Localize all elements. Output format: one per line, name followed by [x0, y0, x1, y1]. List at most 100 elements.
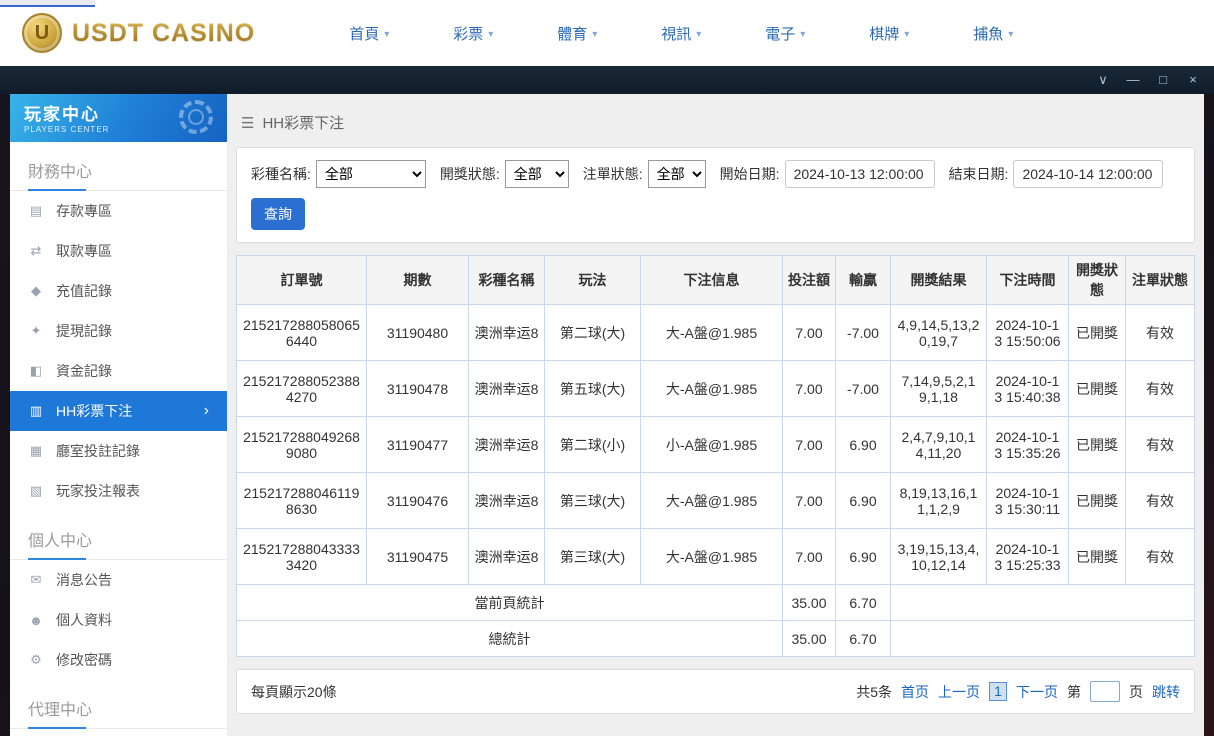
- sidebar-item-withdrawal-records[interactable]: ✦提現記錄: [10, 311, 227, 351]
- section-personal-center: 個人中心: [10, 511, 227, 560]
- main-nav: 首頁▾ 彩票▾ 體育▾ 視訊▾ 電子▾ 棋牌▾ 捕魚▾: [317, 23, 1045, 44]
- sidebar-item-recharge-records[interactable]: ◆充值記錄: [10, 271, 227, 311]
- prev-page-link[interactable]: 上一页: [938, 682, 980, 702]
- sidebar-item-profile[interactable]: ☻個人資料: [10, 600, 227, 640]
- nav-item-fishing[interactable]: 捕魚▾: [941, 23, 1045, 44]
- hall-record-icon: ▦: [28, 443, 44, 459]
- person-icon: ☻: [28, 613, 44, 628]
- start-date-input[interactable]: [785, 160, 935, 188]
- sidebar-item-change-password[interactable]: ⚙修改密碼: [10, 640, 227, 680]
- next-page-link[interactable]: 下一页: [1016, 682, 1058, 702]
- end-date-label: 結束日期:: [949, 164, 1009, 184]
- brand-logo[interactable]: U USDT CASINO: [22, 13, 255, 53]
- jump-label-prefix: 第: [1067, 682, 1081, 702]
- sidebar-item-withdraw[interactable]: ⇄取款專區: [10, 231, 227, 271]
- table-row: 2152172880461198630 31190476 澳洲幸运8 第三球(大…: [237, 473, 1195, 529]
- order-status-select[interactable]: 全部: [648, 160, 706, 188]
- draw-status-select[interactable]: 全部: [505, 160, 569, 188]
- sidebar-item-deposit[interactable]: ▤存款專區: [10, 191, 227, 231]
- jump-label-suffix: 页: [1129, 682, 1143, 702]
- window-maximize-button[interactable]: □: [1148, 66, 1178, 94]
- chevron-down-icon: ▾: [800, 27, 805, 40]
- sidebar-item-funds-records[interactable]: ◧資金記錄: [10, 351, 227, 391]
- hamburger-icon: ☰: [241, 114, 254, 132]
- app-body: 玩家中心 PLAYERS CENTER 財務中心 ▤存款專區 ⇄取款專區 ◆充值…: [0, 94, 1214, 736]
- col-header-result: 開獎結果: [891, 256, 987, 305]
- sidebar-item-hall-bet-records[interactable]: ▦廳室投註記錄: [10, 431, 227, 471]
- window-chevron-button[interactable]: ∨: [1088, 66, 1118, 94]
- page: U USDT CASINO 首頁▾ 彩票▾ 體育▾ 視訊▾ 電子▾ 棋牌▾ 捕魚…: [0, 0, 1214, 736]
- main-content: ☰ HH彩票下注 彩種名稱: 全部 開獎狀態: 全部 注單狀態: 全部: [227, 94, 1204, 736]
- browser-tab-sliver: [0, 0, 95, 7]
- withdraw-icon: ⇄: [28, 243, 44, 259]
- draw-status-label: 開獎狀態:: [440, 164, 500, 184]
- current-page[interactable]: 1: [989, 682, 1007, 701]
- start-date-label: 開始日期:: [720, 164, 780, 184]
- breadcrumb: ☰ HH彩票下注: [227, 94, 1204, 147]
- poker-chip-icon: [179, 100, 213, 134]
- withdrawal-record-icon: ✦: [28, 323, 44, 339]
- sidebar-item-announcements[interactable]: ✉消息公告: [10, 560, 227, 600]
- funds-icon: ◧: [28, 363, 44, 379]
- window-titlebar: ∨ — □ ×: [0, 66, 1214, 94]
- order-status-label: 注單狀態:: [583, 164, 643, 184]
- filter-panel: 彩種名稱: 全部 開獎狀態: 全部 注單狀態: 全部 開始日期:: [236, 147, 1195, 243]
- jump-button[interactable]: 跳转: [1152, 682, 1180, 702]
- table-header-row: 訂單號 期數 彩種名稱 玩法 下注信息 投注額 輸贏 開獎結果 下注時間 開獎狀…: [237, 256, 1195, 305]
- chevron-down-icon: ▾: [488, 27, 493, 40]
- table-row: 2152172880580656440 31190480 澳洲幸运8 第二球(大…: [237, 305, 1195, 361]
- col-header-bet-time: 下注時間: [987, 256, 1069, 305]
- col-header-win-loss: 輸贏: [836, 256, 891, 305]
- col-header-bet-info: 下注信息: [641, 256, 783, 305]
- page-summary-row: 當前頁統計 35.00 6.70: [237, 585, 1195, 621]
- total-summary-row: 總統計 35.00 6.70: [237, 621, 1195, 657]
- search-button[interactable]: 查詢: [251, 198, 305, 230]
- sidebar: 玩家中心 PLAYERS CENTER 財務中心 ▤存款專區 ⇄取款專區 ◆充值…: [10, 94, 227, 736]
- lottery-bet-icon: ▥: [28, 403, 44, 419]
- end-date-input[interactable]: [1013, 160, 1163, 188]
- lottery-type-label: 彩種名稱:: [251, 164, 311, 184]
- col-header-play: 玩法: [545, 256, 641, 305]
- nav-item-home[interactable]: 首頁▾: [317, 23, 421, 44]
- brand-name: USDT CASINO: [72, 19, 255, 48]
- chevron-down-icon: ▾: [1008, 27, 1013, 40]
- total-count: 共5条: [856, 682, 892, 702]
- nav-item-cards[interactable]: 棋牌▾: [837, 23, 941, 44]
- col-header-lottery: 彩種名稱: [469, 256, 545, 305]
- section-agent-center: 代理中心: [10, 680, 227, 729]
- lottery-type-select[interactable]: 全部: [316, 160, 426, 188]
- bets-table-wrap: 訂單號 期數 彩種名稱 玩法 下注信息 投注額 輸贏 開獎結果 下注時間 開獎狀…: [236, 255, 1195, 657]
- nav-item-slots[interactable]: 電子▾: [733, 23, 837, 44]
- page-title: HH彩票下注: [262, 112, 344, 133]
- message-icon: ✉: [28, 572, 44, 588]
- chevron-right-icon: ›: [204, 402, 209, 420]
- window-minimize-button[interactable]: —: [1118, 66, 1148, 94]
- nav-item-lottery[interactable]: 彩票▾: [421, 23, 525, 44]
- table-row: 2152172880492689080 31190477 澳洲幸运8 第二球(小…: [237, 417, 1195, 473]
- chevron-down-icon: ▾: [592, 27, 597, 40]
- nav-item-sports[interactable]: 體育▾: [525, 23, 629, 44]
- total-summary-amount: 35.00: [783, 621, 836, 657]
- first-page-link[interactable]: 首页: [901, 682, 929, 702]
- col-header-order-id: 訂單號: [237, 256, 367, 305]
- col-header-period: 期數: [367, 256, 469, 305]
- jump-page-input[interactable]: [1090, 681, 1120, 702]
- chevron-down-icon: ▾: [904, 27, 909, 40]
- top-navbar: U USDT CASINO 首頁▾ 彩票▾ 體育▾ 視訊▾ 電子▾ 棋牌▾ 捕魚…: [0, 0, 1214, 66]
- sidebar-item-hh-lottery-bets[interactable]: ▥HH彩票下注›: [10, 391, 227, 431]
- total-summary-label: 總統計: [237, 621, 783, 657]
- col-header-order-status: 注單狀態: [1126, 256, 1195, 305]
- total-summary-win-loss: 6.70: [836, 621, 891, 657]
- gear-icon: ⚙: [28, 652, 44, 668]
- deposit-icon: ▤: [28, 203, 44, 219]
- chevron-down-icon: ▾: [384, 27, 389, 40]
- nav-item-video[interactable]: 視訊▾: [629, 23, 733, 44]
- chevron-down-icon: ▾: [696, 27, 701, 40]
- page-summary-amount: 35.00: [783, 585, 836, 621]
- window-close-button[interactable]: ×: [1178, 66, 1208, 94]
- recharge-icon: ◆: [28, 283, 44, 299]
- page-summary-win-loss: 6.70: [836, 585, 891, 621]
- per-page-label: 每頁顯示20條: [251, 682, 337, 702]
- sidebar-item-player-bet-report[interactable]: ▧玩家投注報表: [10, 471, 227, 511]
- col-header-amount: 投注額: [783, 256, 836, 305]
